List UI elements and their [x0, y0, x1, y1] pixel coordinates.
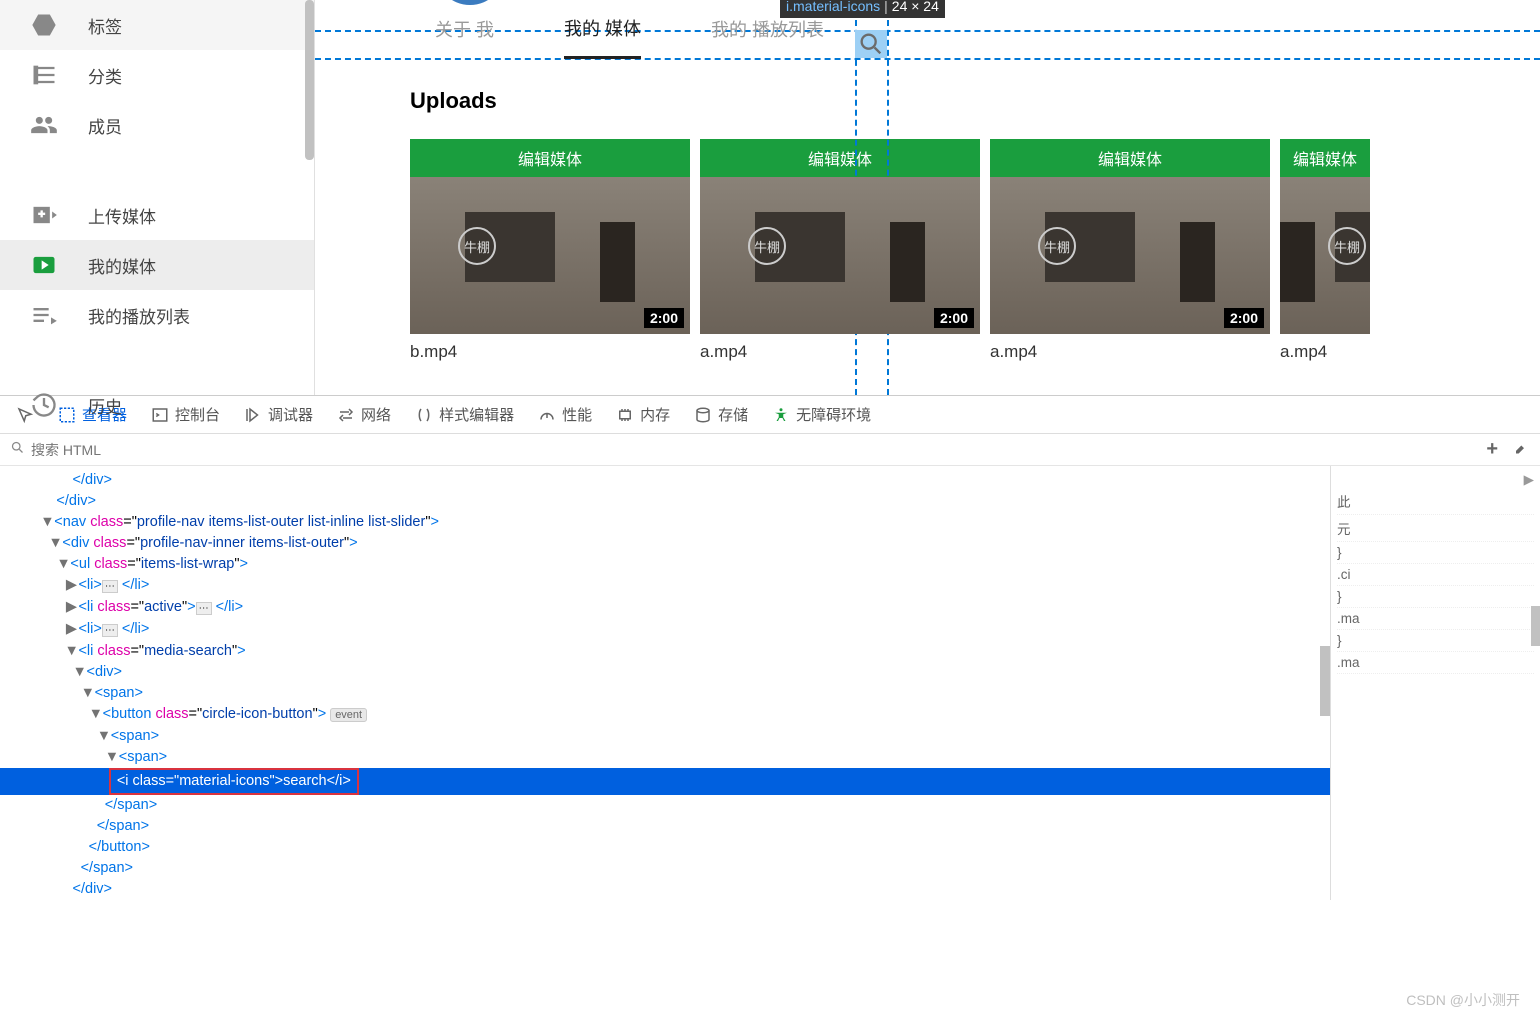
category-icon: [30, 61, 58, 89]
search-button-highlight[interactable]: [855, 30, 887, 58]
tab-label: 性能: [562, 404, 592, 425]
edit-media-button[interactable]: 编辑媒体: [410, 139, 690, 177]
sidebar-item-playlists[interactable]: 我的播放列表: [0, 290, 314, 340]
thumb-badge: 牛棚: [1038, 227, 1076, 265]
scrollbar[interactable]: [305, 0, 314, 160]
edit-media-button[interactable]: 编辑媒体: [990, 139, 1270, 177]
people-icon: [30, 111, 58, 139]
content: i.material-icons|24 × 24 关于 我 我的 媒体 我的 播…: [315, 0, 1540, 395]
style-row: 元: [1337, 515, 1534, 542]
tab-performance[interactable]: 性能: [528, 398, 602, 431]
devtools: 查看器 控制台 调试器 网络 样式编辑器 性能 内存 存储 无障碍环境 + </…: [0, 395, 1540, 900]
style-row: }: [1337, 630, 1534, 652]
duration: 2:00: [934, 308, 974, 328]
thumbnail[interactable]: 牛棚 2:00: [410, 177, 690, 334]
uploads-title: Uploads: [410, 88, 1445, 114]
file-name: a.mp4: [1280, 334, 1370, 362]
tab-style[interactable]: 样式编辑器: [405, 398, 524, 431]
uploads-section: Uploads 编辑媒体 牛棚 2:00 b.mp4 编辑媒体 牛棚 2:00 a.…: [315, 58, 1540, 362]
performance-icon: [538, 406, 556, 424]
playlist-icon: [30, 301, 58, 329]
watermark: CSDN @小小测开: [1406, 990, 1520, 1010]
thumbs-row: 编辑媒体 牛棚 2:00 b.mp4 编辑媒体 牛棚 2:00 a.mp4 编辑媒体…: [410, 139, 1445, 362]
style-icon: [415, 406, 433, 424]
tab-label: 网络: [361, 404, 391, 425]
tag-icon: [30, 11, 58, 39]
thumb-badge: 牛棚: [748, 227, 786, 265]
tab-about[interactable]: 关于 我: [435, 1, 494, 57]
inspector-tooltip: i.material-icons|24 × 24: [780, 0, 945, 18]
history-icon: [30, 391, 58, 419]
file-name: a.mp4: [990, 334, 1270, 362]
tab-network[interactable]: 网络: [327, 398, 401, 431]
sidebar-item-label: 历史: [88, 393, 122, 418]
media-card[interactable]: 编辑媒体 牛棚 2:00 b.mp4: [410, 139, 690, 362]
network-icon: [337, 406, 355, 424]
duration: 2:00: [644, 308, 684, 328]
tab-accessibility[interactable]: 无障碍环境: [762, 398, 881, 431]
tab-my-media[interactable]: 我的 媒体: [564, 0, 641, 59]
accessibility-icon: [772, 406, 790, 424]
tab-storage[interactable]: 存储: [684, 398, 758, 431]
eyedropper-button[interactable]: [1512, 438, 1528, 461]
selected-node[interactable]: <i class="material-icons">search</i>: [0, 768, 1330, 795]
thumb-badge: 牛棚: [1328, 227, 1366, 265]
sidebar-item-label: 我的播放列表: [88, 303, 190, 328]
media-card[interactable]: 编辑媒体 牛棚 a.mp4: [1280, 139, 1370, 362]
sidebar-item-category[interactable]: 分类: [0, 50, 314, 100]
upload-icon: [30, 201, 58, 229]
style-row: 此: [1337, 488, 1534, 515]
search-icon: [855, 30, 887, 58]
add-node-button[interactable]: +: [1486, 438, 1498, 461]
search-icon: [10, 440, 25, 460]
sidebar-item-tags[interactable]: 标签: [0, 0, 314, 50]
sidebar-item-upload[interactable]: 上传媒体: [0, 190, 314, 240]
sidebar-item-label: 标签: [88, 13, 122, 38]
sidebar-item-members[interactable]: 成员: [0, 100, 314, 150]
style-row: }: [1337, 586, 1534, 608]
sidebar-item-history[interactable]: 历史: [0, 380, 314, 430]
html-search-input[interactable]: [31, 442, 1530, 458]
sidebar-item-label: 我的媒体: [88, 253, 156, 278]
sidebar: 标签 分类 成员 上传媒体 我的媒体 我的播放列表 历史: [0, 0, 315, 395]
style-row: .ma: [1337, 608, 1534, 630]
media-card[interactable]: 编辑媒体 牛棚 2:00 a.mp4: [700, 139, 980, 362]
scrollbar[interactable]: [1320, 646, 1330, 716]
styles-panel[interactable]: ▶ 此 元 } .ci } .ma } .ma: [1330, 466, 1540, 900]
thumbnail[interactable]: 牛棚 2:00: [990, 177, 1270, 334]
dom-tree[interactable]: </div> </div> ▼<nav class="profile-nav i…: [0, 466, 1330, 900]
thumbnail[interactable]: 牛棚: [1280, 177, 1370, 334]
play-icon: [30, 251, 58, 279]
tab-label: 样式编辑器: [439, 404, 514, 425]
memory-icon: [616, 406, 634, 424]
style-row: .ma: [1337, 652, 1534, 674]
storage-icon: [694, 406, 712, 424]
tab-label: 存储: [718, 404, 748, 425]
media-card[interactable]: 编辑媒体 牛棚 2:00 a.mp4: [990, 139, 1270, 362]
tab-memory[interactable]: 内存: [606, 398, 680, 431]
devtools-body: </div> </div> ▼<nav class="profile-nav i…: [0, 466, 1540, 900]
file-name: a.mp4: [700, 334, 980, 362]
app-top: 标签 分类 成员 上传媒体 我的媒体 我的播放列表 历史 i.material-…: [0, 0, 1540, 395]
edit-media-button[interactable]: 编辑媒体: [700, 139, 980, 177]
sidebar-item-label: 上传媒体: [88, 203, 156, 228]
duration: 2:00: [1224, 308, 1264, 328]
html-search-bar: +: [0, 434, 1540, 466]
style-row: }: [1337, 542, 1534, 564]
guide-line: [315, 58, 1540, 60]
tab-label: 无障碍环境: [796, 404, 871, 425]
sidebar-item-my-media[interactable]: 我的媒体: [0, 240, 314, 290]
style-row: .ci: [1337, 564, 1534, 586]
file-name: b.mp4: [410, 334, 690, 362]
edit-media-button[interactable]: 编辑媒体: [1280, 139, 1370, 177]
scrollbar[interactable]: [1531, 606, 1540, 646]
thumb-badge: 牛棚: [458, 227, 496, 265]
thumbnail[interactable]: 牛棚 2:00: [700, 177, 980, 334]
sidebar-item-label: 成员: [88, 113, 122, 138]
tab-label: 内存: [640, 404, 670, 425]
sidebar-item-label: 分类: [88, 63, 122, 88]
